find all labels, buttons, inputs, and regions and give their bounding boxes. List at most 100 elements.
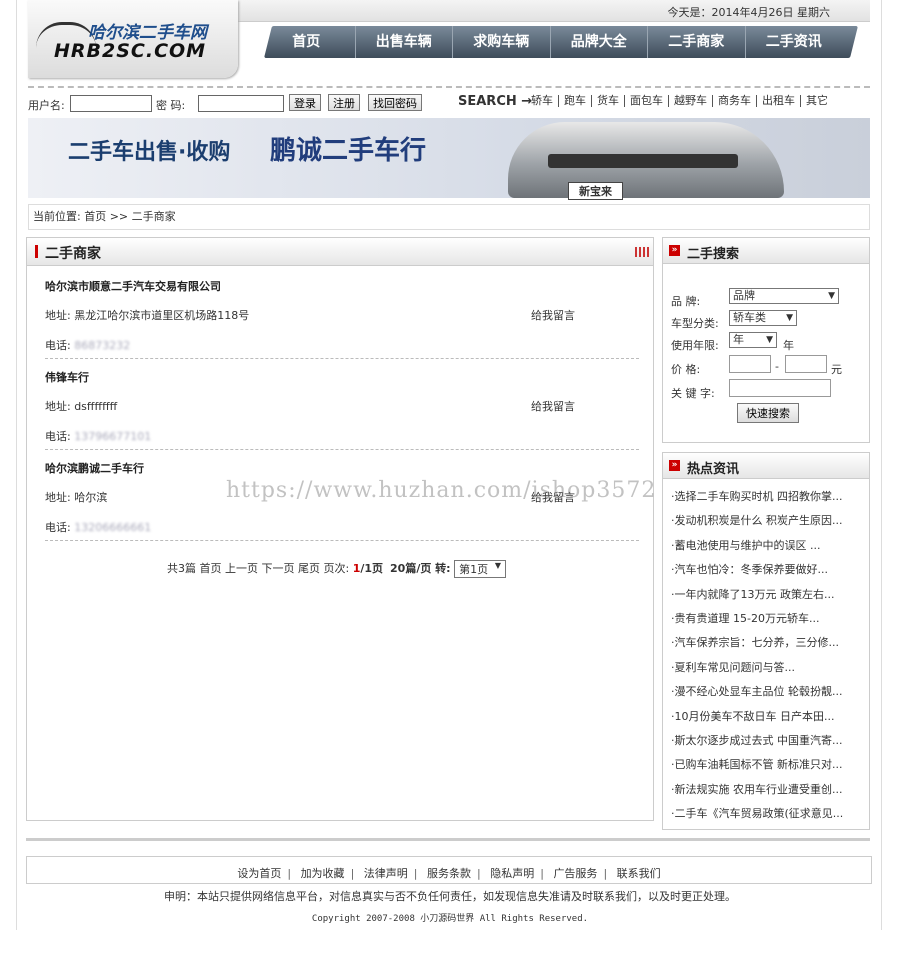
category-link[interactable]: 跑车: [558, 95, 591, 107]
type-label: 车型分类:: [671, 317, 719, 330]
price-min-input[interactable]: [729, 355, 771, 373]
brand-label: 品 牌:: [671, 295, 701, 308]
chevron-down-icon: ▼: [494, 561, 502, 570]
news-item[interactable]: ·蓄电池使用与维护中的误区 ...: [671, 534, 865, 558]
forgot-password-button[interactable]: 找回密码: [368, 94, 422, 111]
register-button[interactable]: 注册: [328, 94, 360, 111]
double-chevron-icon: »: [669, 460, 680, 471]
panel-title: 热点资讯: [687, 462, 740, 477]
panel-title: 二手商家: [45, 246, 101, 262]
nav-sell[interactable]: 出售车辆: [356, 26, 453, 58]
divider: [45, 540, 639, 541]
news-item[interactable]: ·一年内就降了13万元 政策左右...: [671, 583, 865, 607]
footer-link-privacy[interactable]: 隐私声明: [490, 867, 534, 880]
site-logo[interactable]: 哈尔滨二手车网 HRB2SC.COM: [28, 0, 238, 78]
news-item[interactable]: ·斯太尔逐步成过去式 中国重汽寄...: [671, 729, 865, 753]
username-label: 用户名:: [28, 99, 65, 112]
type-select-value: 轿车类: [733, 311, 766, 324]
ad-banner[interactable]: 二手车出售·收购 鹏诚二手车行 新宝来: [28, 118, 870, 200]
nav-news[interactable]: 二手资讯: [746, 26, 843, 58]
category-links: 轿车 跑车 货车 面包车 越野车 商务车 出租车 其它: [526, 95, 833, 107]
nav-buy[interactable]: 求购车辆: [453, 26, 551, 58]
copyright: Copyright 2007-2008 小刀源码世界 All Rights Re…: [311, 914, 589, 924]
chevron-down-icon: ▼: [786, 313, 793, 323]
leave-message-link[interactable]: 给我留言: [531, 398, 575, 414]
divider: [45, 449, 639, 450]
category-link[interactable]: 轿车: [526, 95, 558, 107]
dealer-name[interactable]: 伟锋车行: [45, 369, 639, 385]
news-item[interactable]: ·已购车油耗国标不管 新标准只对...: [671, 753, 865, 777]
panel-title: 二手搜索: [687, 247, 740, 262]
used-car-search-panel: » 二手搜索 品 牌: 品牌 ▼ 车型分类: 轿车类 ▼ 使用年限: 年 ▼ 年 价 …: [662, 237, 870, 443]
dealer-item: 伟锋车行 地址: dsffffffff 给我留言 电话: 13796677101: [45, 369, 639, 450]
nav-dealers[interactable]: 二手商家: [648, 26, 746, 58]
phone-number: 86873232: [74, 339, 131, 352]
footer-divider: [26, 838, 870, 841]
dealer-phone: 电话: 86873232: [45, 337, 130, 353]
category-link[interactable]: 其它: [800, 95, 833, 107]
keyword-label: 关 键 字:: [671, 387, 715, 400]
price-unit: 元: [831, 363, 842, 376]
divider: [45, 358, 639, 359]
years-unit: 年: [783, 339, 794, 352]
footer-links: 设为首页 | 加为收藏 | 法律声明 | 服务条款 | 隐私声明 | 广告服务 | 联系我们: [237, 867, 661, 880]
current-date: 今天是：2014年4月26日 星期六: [667, 6, 831, 19]
dealer-phone: 电话: 13796677101: [45, 428, 151, 444]
footer-link-favorite[interactable]: 加为收藏: [301, 867, 345, 880]
banner-badge: 新宝来: [568, 182, 623, 200]
news-item[interactable]: ·贵有贵道理 15-20万元轿车...: [671, 607, 865, 631]
brand-select-value: 品牌: [733, 289, 755, 302]
news-item[interactable]: ·二手车《汽车贸易政策(征求意见...: [671, 802, 865, 826]
banner-slogan: 二手车出售·收购: [68, 140, 231, 165]
phone-label: 电话:: [45, 521, 71, 534]
category-link[interactable]: 出租车: [756, 95, 800, 107]
news-item[interactable]: ·夏利车常见问题问与答...: [671, 656, 865, 680]
category-link[interactable]: 越野车: [668, 95, 712, 107]
news-list: ·选择二手车购买时机 四招教你掌... ·发动机积炭是什么 积炭产生原因... …: [671, 485, 865, 826]
price-separator: -: [775, 360, 779, 373]
panel-header: 二手商家: [27, 238, 653, 266]
logo-text-en: HRB2SC.COM: [54, 40, 207, 62]
brand-select[interactable]: 品牌 ▼: [729, 288, 839, 304]
dealer-name[interactable]: 哈尔滨市顺意二手汽车交易有限公司: [45, 278, 639, 294]
phone-label: 电话:: [45, 339, 71, 352]
disclaimer: 申明：本站只提供网络信息平台，对信息真实与否不负任何责任，如发现信息失准请及时联…: [164, 890, 736, 903]
footer-link-contact[interactable]: 联系我们: [617, 867, 661, 880]
total-pages: /1页: [360, 562, 384, 575]
username-input[interactable]: [70, 95, 152, 112]
footer-link-homepage[interactable]: 设为首页: [237, 867, 281, 880]
footer-links-box: 设为首页 | 加为收藏 | 法律声明 | 服务条款 | 隐私声明 | 广告服务 | 联系我们: [26, 856, 872, 884]
nav-brands[interactable]: 品牌大全: [551, 26, 648, 58]
category-link[interactable]: 货车: [591, 95, 624, 107]
news-item[interactable]: ·漫不经心处显车主品位 轮毂扮靓...: [671, 680, 865, 704]
quick-search-button[interactable]: 快速搜索: [737, 403, 799, 423]
leave-message-link[interactable]: 给我留言: [531, 489, 575, 505]
pager-links[interactable]: 共3篇 首页 上一页 下一页 尾页 页次:: [167, 562, 349, 575]
footer-link-ads[interactable]: 广告服务: [553, 867, 597, 880]
news-item[interactable]: ·汽车也怕冷：冬季保养要做好...: [671, 558, 865, 582]
news-item[interactable]: ·10月份美车不敌日车 日产本田...: [671, 705, 865, 729]
news-item[interactable]: ·选择二手车购买时机 四招教你掌...: [671, 485, 865, 509]
footer-link-terms[interactable]: 服务条款: [427, 867, 471, 880]
chevron-down-icon: ▼: [766, 335, 773, 345]
leave-message-link[interactable]: 给我留言: [531, 307, 575, 323]
dealer-name[interactable]: 哈尔滨鹏诚二手车行: [45, 460, 639, 476]
category-link[interactable]: 面包车: [624, 95, 668, 107]
dealer-address: 地址: 哈尔滨: [45, 491, 108, 504]
page-select[interactable]: 第1页 ▼: [454, 560, 507, 578]
category-link[interactable]: 商务车: [712, 95, 756, 107]
price-max-input[interactable]: [785, 355, 827, 373]
news-item[interactable]: ·汽车保养宗旨：七分养，三分修...: [671, 631, 865, 655]
dealer-list-panel: 二手商家 哈尔滨市顺意二手汽车交易有限公司 地址: 黑龙江哈尔滨市道里区机场路1…: [26, 237, 654, 821]
footer-link-legal[interactable]: 法律声明: [364, 867, 408, 880]
per-page: 20篇/页 转:: [390, 562, 451, 575]
news-item[interactable]: ·新法规实施 农用车行业遭受重创...: [671, 778, 865, 802]
nav-home[interactable]: 首页: [258, 26, 356, 58]
years-select[interactable]: 年 ▼: [729, 332, 777, 348]
breadcrumb: 当前位置: 首页 >> 二手商家: [28, 204, 870, 230]
type-select[interactable]: 轿车类 ▼: [729, 310, 797, 326]
keyword-input[interactable]: [729, 379, 831, 397]
news-item[interactable]: ·发动机积炭是什么 积炭产生原因...: [671, 509, 865, 533]
password-input[interactable]: [198, 95, 284, 112]
login-button[interactable]: 登录: [289, 94, 321, 111]
